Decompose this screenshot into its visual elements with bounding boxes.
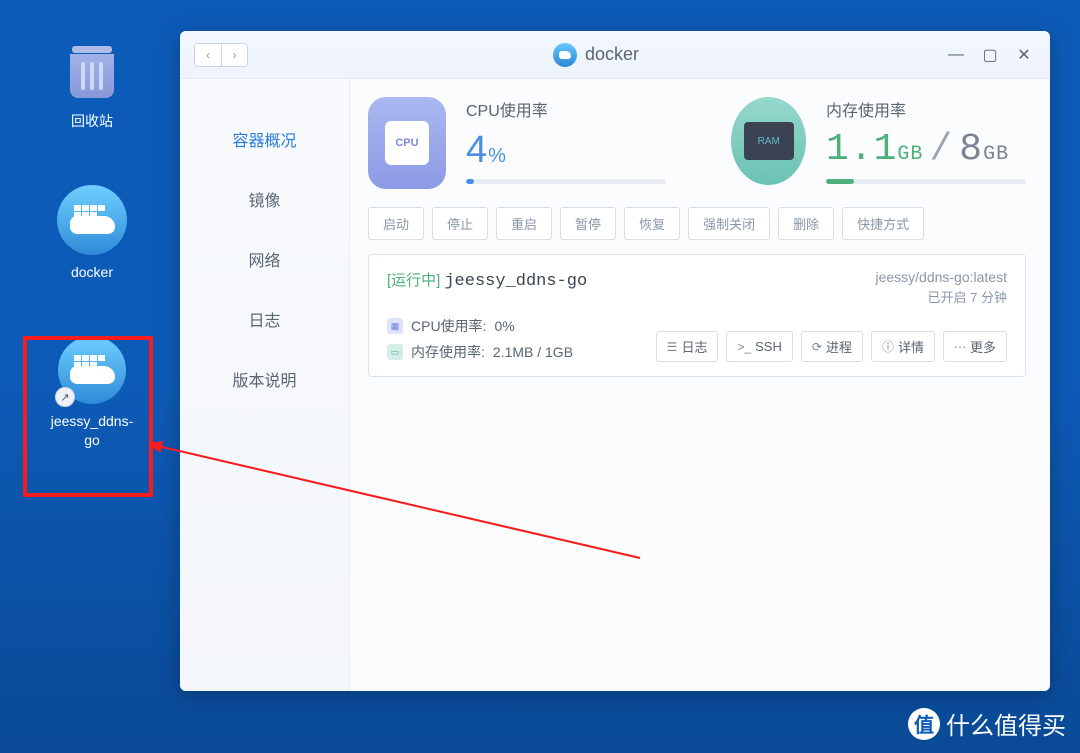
sidebar-item-images[interactable]: 镜像 — [180, 169, 349, 229]
container-uptime: 已开启 7 分钟 — [875, 287, 1007, 306]
watermark-badge: 值 — [908, 708, 940, 740]
cpu-mini-icon: ▦ — [387, 318, 403, 334]
mem-title: 内存使用率 — [826, 97, 1026, 121]
nav-buttons: ‹ › — [194, 43, 248, 67]
container-stats: ▦ CPU使用率: 0% ▭ 内存使用率: 2.1MB / 1GB — [387, 316, 573, 362]
window-title: docker — [248, 43, 944, 67]
shortcut-button[interactable]: 快捷方式 — [842, 207, 924, 240]
mem-value: 1.1GB/8GB — [826, 131, 1026, 169]
delete-button[interactable]: 删除 — [778, 207, 834, 240]
trash-icon — [60, 40, 124, 104]
cpu-usage-block: CPU使用率 4% — [466, 97, 666, 184]
logs-button[interactable]: ☰日志 — [656, 331, 719, 362]
details-button[interactable]: ⓘ详情 — [871, 331, 935, 362]
process-icon: ⟳ — [812, 340, 822, 354]
process-button[interactable]: ⟳进程 — [801, 331, 863, 362]
cpu-chip-icon: CPU — [385, 121, 429, 165]
back-button[interactable]: ‹ — [195, 44, 221, 66]
ram-icon: RAM — [731, 97, 806, 185]
cpu-bar — [466, 179, 666, 184]
more-icon: ⋯ — [954, 340, 966, 354]
sidebar-item-logs[interactable]: 日志 — [180, 289, 349, 349]
container-name-block: [运行中] jeessy_ddns-go — [387, 269, 587, 291]
info-icon: ⓘ — [882, 338, 894, 355]
recycle-bin-icon[interactable]: 回收站 — [60, 40, 124, 130]
ssh-button[interactable]: >_SSH — [726, 331, 792, 362]
sidebar-item-version[interactable]: 版本说明 — [180, 349, 349, 409]
maximize-button[interactable]: ▢ — [978, 43, 1002, 67]
mem-mini-icon: ▭ — [387, 344, 403, 360]
cpu-icon: CPU — [368, 97, 446, 189]
titlebar: ‹ › docker — ▢ ✕ — [180, 31, 1050, 79]
mem-usage-block: 内存使用率 1.1GB/8GB — [826, 97, 1026, 184]
container-mem-line: ▭ 内存使用率: 2.1MB / 1GB — [387, 342, 573, 362]
window-controls: — ▢ ✕ — [944, 43, 1036, 67]
watermark: 值 什么值得买 — [908, 706, 1066, 741]
pause-button[interactable]: 暂停 — [560, 207, 616, 240]
ram-chip-icon: RAM — [744, 122, 794, 160]
sidebar-item-network[interactable]: 网络 — [180, 229, 349, 289]
stop-button[interactable]: 停止 — [432, 207, 488, 240]
toolbar: 启动 停止 重启 暂停 恢复 强制关闭 删除 快捷方式 — [368, 207, 1026, 240]
docker-window: ‹ › docker — ▢ ✕ 容器概况 镜像 网络 日志 版本说明 CPU — [180, 31, 1050, 691]
docker-label: docker — [71, 263, 113, 281]
close-button[interactable]: ✕ — [1012, 43, 1036, 67]
window-title-text: docker — [585, 44, 639, 65]
forward-button[interactable]: › — [221, 44, 247, 66]
force-close-button[interactable]: 强制关闭 — [688, 207, 770, 240]
start-button[interactable]: 启动 — [368, 207, 424, 240]
container-header: [运行中] jeessy_ddns-go jeessy/ddns-go:late… — [387, 269, 1007, 306]
more-button[interactable]: ⋯更多 — [943, 331, 1007, 362]
annotation-highlight — [23, 336, 153, 497]
logs-icon: ☰ — [667, 340, 678, 354]
stats-row: CPU CPU使用率 4% RAM 内存使用率 1.1GB/8GB — [368, 97, 1026, 189]
container-status: [运行中] — [387, 269, 440, 290]
window-body: 容器概况 镜像 网络 日志 版本说明 CPU CPU使用率 4% — [180, 79, 1050, 691]
container-actions: ☰日志 >_SSH ⟳进程 ⓘ详情 ⋯更多 — [656, 331, 1007, 362]
container-card[interactable]: [运行中] jeessy_ddns-go jeessy/ddns-go:late… — [368, 254, 1026, 377]
container-image: jeessy/ddns-go:latest — [875, 269, 1007, 285]
resume-button[interactable]: 恢复 — [624, 207, 680, 240]
docker-title-icon — [553, 43, 577, 67]
container-cpu-line: ▦ CPU使用率: 0% — [387, 316, 573, 336]
restart-button[interactable]: 重启 — [496, 207, 552, 240]
cpu-title: CPU使用率 — [466, 97, 666, 121]
ssh-icon: >_ — [737, 340, 751, 354]
watermark-text: 什么值得买 — [946, 706, 1066, 741]
recycle-bin-label: 回收站 — [71, 112, 113, 130]
docker-app-icon[interactable]: docker — [57, 185, 127, 281]
sidebar-item-overview[interactable]: 容器概况 — [180, 109, 349, 169]
cpu-value: 4% — [466, 131, 666, 169]
container-body: ▦ CPU使用率: 0% ▭ 内存使用率: 2.1MB / 1GB ☰日志 >_… — [387, 316, 1007, 362]
mem-bar — [826, 179, 1026, 184]
sidebar: 容器概况 镜像 网络 日志 版本说明 — [180, 79, 350, 691]
container-name: jeessy_ddns-go — [444, 272, 587, 291]
docker-whale-icon — [57, 185, 127, 255]
minimize-button[interactable]: — — [944, 43, 968, 67]
container-meta: jeessy/ddns-go:latest 已开启 7 分钟 — [875, 269, 1007, 306]
main-content: CPU CPU使用率 4% RAM 内存使用率 1.1GB/8GB — [350, 79, 1050, 691]
